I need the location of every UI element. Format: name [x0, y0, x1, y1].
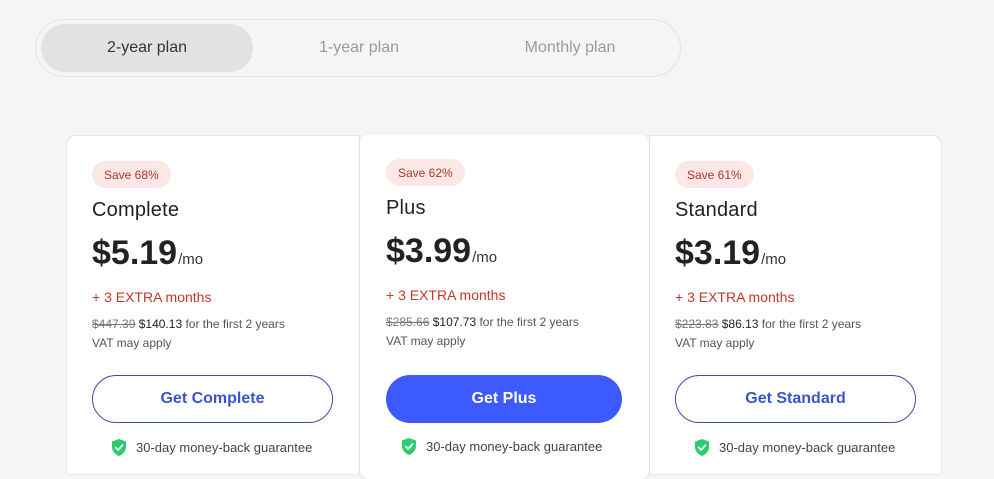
old-price: $223.83	[675, 317, 719, 331]
money-back-guarantee: 30-day money-back guarantee	[112, 439, 312, 456]
old-price: $285.66	[386, 315, 430, 329]
new-price: $86.13	[721, 317, 759, 331]
plan-name: Plus	[386, 197, 426, 219]
get-complete-button[interactable]: Get Complete	[92, 375, 333, 423]
shield-check-icon	[695, 439, 709, 456]
price-amount: $5.19	[92, 234, 178, 272]
plan-price: $3.99/mo	[386, 232, 497, 271]
extra-months: + 3 EXTRA months	[92, 289, 212, 305]
save-badge: Save 61%	[675, 161, 754, 188]
plan-price: $5.19/mo	[92, 234, 203, 273]
plan-card-complete: Save 68% Complete $5.19/mo + 3 EXTRA mon…	[66, 135, 360, 475]
price-detail: $447.39 $140.13 for the first 2 years	[92, 317, 285, 331]
plan-name: Complete	[92, 199, 180, 221]
plan-duration-toggle: 2-year plan 1-year plan Monthly plan	[35, 19, 681, 77]
price-period: for the first 2 years	[185, 317, 285, 331]
save-badge: Save 68%	[92, 161, 171, 188]
tab-1-year-plan[interactable]: 1-year plan	[253, 24, 465, 72]
extra-months: + 3 EXTRA months	[675, 289, 795, 305]
vat-note: VAT may apply	[92, 336, 172, 350]
extra-months: + 3 EXTRA months	[386, 287, 506, 303]
save-badge: Save 62%	[386, 159, 465, 186]
plan-name: Standard	[675, 199, 758, 221]
tab-monthly-plan[interactable]: Monthly plan	[464, 24, 676, 72]
price-unit: /mo	[761, 251, 787, 268]
shield-check-icon	[112, 439, 126, 456]
price-detail: $285.66 $107.73 for the first 2 years	[386, 315, 579, 329]
new-price: $107.73	[432, 315, 477, 329]
guarantee-text: 30-day money-back guarantee	[136, 440, 313, 455]
money-back-guarantee: 30-day money-back guarantee	[402, 438, 602, 455]
shield-check-icon	[402, 438, 416, 455]
get-standard-button[interactable]: Get Standard	[675, 375, 916, 423]
plan-price: $3.19/mo	[675, 234, 786, 273]
old-price: $447.39	[92, 317, 136, 331]
get-plus-button[interactable]: Get Plus	[386, 375, 622, 423]
money-back-guarantee: 30-day money-back guarantee	[695, 439, 895, 456]
price-detail: $223.83 $86.13 for the first 2 years	[675, 317, 861, 331]
guarantee-text: 30-day money-back guarantee	[719, 440, 896, 455]
price-unit: /mo	[472, 249, 498, 266]
price-period: for the first 2 years	[479, 315, 579, 329]
guarantee-text: 30-day money-back guarantee	[426, 439, 603, 454]
plan-card-plus: Save 62% Plus $3.99/mo + 3 EXTRA months …	[360, 134, 649, 479]
price-period: for the first 2 years	[761, 317, 862, 331]
price-amount: $3.99	[386, 232, 472, 270]
tab-2-year-plan[interactable]: 2-year plan	[41, 24, 253, 72]
vat-note: VAT may apply	[675, 336, 755, 350]
price-amount: $3.19	[675, 234, 761, 272]
vat-note: VAT may apply	[386, 334, 466, 348]
price-unit: /mo	[178, 251, 204, 268]
plan-card-standard: Save 61% Standard $3.19/mo + 3 EXTRA mon…	[649, 135, 942, 475]
new-price: $140.13	[138, 317, 183, 331]
